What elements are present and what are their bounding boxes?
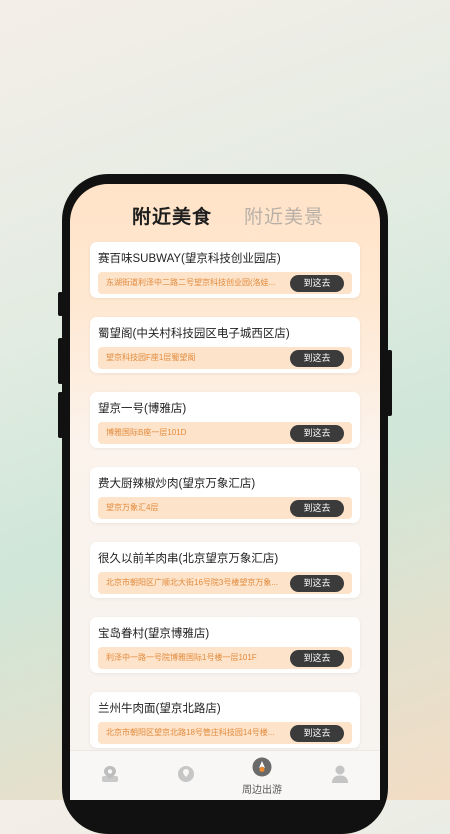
tab-nearby-scenery[interactable]: 附近美景 [244,202,324,229]
address-bar: 北京市朝阳区广顺北大街16号院3号楼望京万象... 到这去 [98,572,352,594]
address-bar: 东湖街道利泽中二路二号望京科技创业园(洛娃... 到这去 [98,272,352,294]
app-screen: 附近美食 附近美景 赛百味SUBWAY(望京科技创业园店) 东湖街道利泽中二路二… [70,184,380,800]
restaurant-address: 望京科技园F座1层蜀望阁 [106,353,196,362]
list-item[interactable]: 兰州牛肉面(望京北路店) 北京市朝阳区望京北路18号管庄科技园14号楼... 到… [90,692,360,748]
restaurant-name: 蜀望阁(中关村科技园区电子城西区店) [98,328,290,340]
address-bar: 利泽中一路一号院博雅国际1号楼一层101F 到这去 [98,647,352,669]
list-item[interactable]: 费大厨辣椒炒肉(望京万象汇店) 望京万象汇4层 到这去 [90,467,360,523]
go-here-button[interactable]: 到这去 [290,575,344,592]
list-item[interactable]: 赛百味SUBWAY(望京科技创业园店) 东湖街道利泽中二路二号望京科技创业园(洛… [90,242,360,298]
restaurant-address: 北京市朝阳区广顺北大街16号院3号楼望京万象... [106,578,279,587]
restaurant-name: 兰州牛肉面(望京北路店) [98,703,221,715]
phone-side-button [58,292,63,316]
location-icon [178,766,194,782]
tab-nearby-food[interactable]: 附近美食 [132,202,212,229]
list-item[interactable]: 很久以前羊肉串(北京望京万象汇店) 北京市朝阳区广顺北大街16号院3号楼望京万象… [90,542,360,598]
restaurant-name: 宝岛眷村(望京博雅店) [98,628,210,640]
go-here-button[interactable]: 到这去 [290,650,344,667]
go-here-button[interactable]: 到这去 [290,275,344,292]
tab-bar: 附近美食 附近美景 [70,202,380,251]
restaurant-address: 望京万象汇4层 [106,503,159,512]
map-pin-icon [102,766,118,782]
restaurant-name: 望京一号(博雅店) [98,403,187,415]
phone-side-button [58,392,63,438]
nav-item-location[interactable] [156,751,216,800]
nav-item-map[interactable] [80,751,140,800]
list-item[interactable]: 蜀望阁(中关村科技园区电子城西区店) 望京科技园F座1层蜀望阁 到这去 [90,317,360,373]
address-bar: 博雅国际B座一层101D 到这去 [98,422,352,444]
address-bar: 望京科技园F座1层蜀望阁 到这去 [98,347,352,369]
restaurant-address: 东湖街道利泽中二路二号望京科技创业园(洛娃... [106,278,276,287]
restaurant-address: 博雅国际B座一层101D [106,428,187,437]
nav-item-profile[interactable] [310,751,370,800]
list-item[interactable]: 宝岛眷村(望京博雅店) 利泽中一路一号院博雅国际1号楼一层101F 到这去 [90,617,360,673]
go-here-button[interactable]: 到这去 [290,725,344,742]
nav-label: 周边出游 [242,785,282,796]
list-item[interactable]: 望京一号(博雅店) 博雅国际B座一层101D 到这去 [90,392,360,448]
go-here-button[interactable]: 到这去 [290,425,344,442]
restaurant-name: 很久以前羊肉串(北京望京万象汇店) [98,553,279,565]
restaurant-name: 赛百味SUBWAY(望京科技创业园店) [98,253,281,265]
address-bar: 望京万象汇4层 到这去 [98,497,352,519]
go-here-button[interactable]: 到这去 [290,350,344,367]
go-here-button[interactable]: 到这去 [290,500,344,517]
phone-side-button [387,350,392,416]
phone-side-button [58,338,63,384]
address-bar: 北京市朝阳区望京北路18号管庄科技园14号楼... 到这去 [98,722,352,744]
restaurant-address: 北京市朝阳区望京北路18号管庄科技园14号楼... [106,728,275,737]
person-icon [332,765,348,783]
restaurant-name: 费大厨辣椒炒肉(望京万象汇店) [98,478,256,490]
nav-item-nearby-travel[interactable]: 周边出游 [232,751,292,800]
restaurant-address: 利泽中一路一号院博雅国际1号楼一层101F [106,653,257,662]
compass-icon [252,757,272,777]
restaurant-list: 赛百味SUBWAY(望京科技创业园店) 东湖街道利泽中二路二号望京科技创业园(洛… [90,242,360,767]
bottom-nav: 周边出游 [70,750,380,800]
